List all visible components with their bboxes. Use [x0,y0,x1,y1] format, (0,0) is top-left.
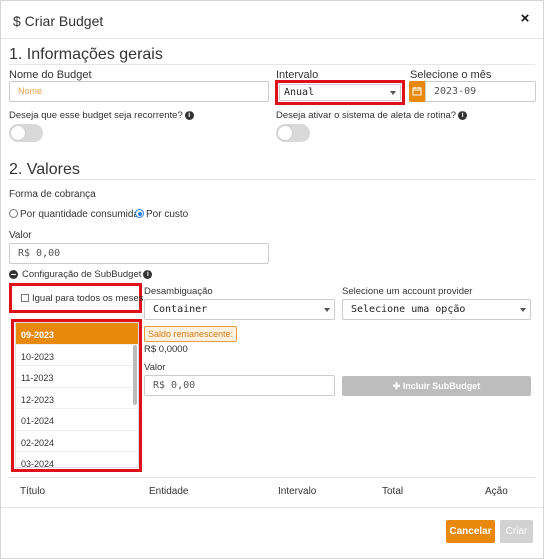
scrollbar[interactable] [133,345,137,405]
radio-by-cost-label[interactable]: Por custo [146,209,188,220]
disambiguation-label: Desambiguação [144,286,213,297]
toggle-knob [278,126,292,140]
month-item[interactable]: 09-2023 [16,323,138,345]
month-item[interactable]: 02-2024 [16,431,138,452]
routine-alert-toggle[interactable] [276,124,310,142]
divider [9,477,535,478]
month-item[interactable]: 03-2024 [16,452,138,467]
month-input[interactable]: 2023-09 [425,81,536,102]
disambiguation-select[interactable]: Container [144,299,335,320]
info-icon: i [143,270,153,279]
month-item[interactable]: 11-2023 [16,366,138,388]
recurrent-toggle[interactable] [9,124,43,142]
collapse-icon[interactable] [9,270,18,279]
info-icon: i [458,111,468,120]
modal-header: $ Criar Budget × [1,1,543,39]
plus-icon: ✚ [392,381,403,391]
column-header-interval: Intervalo [278,486,317,497]
account-provider-label: Selecione um account provider [342,286,473,297]
create-budget-modal: $ Criar Budget × 1. Informações gerais N… [0,0,544,559]
routine-alert-label: Deseja ativar o sistema de aleta de roti… [276,110,468,121]
remaining-value: R$ 0,0000 [144,344,188,355]
radio-by-quantity-label[interactable]: Por quantidade consumida [20,209,139,220]
radio-by-cost[interactable] [135,209,144,218]
column-header-title: Título [20,486,46,497]
modal-title: $ Criar Budget [13,13,104,29]
value-label: Valor [9,230,32,241]
section-general-info-title: 1. Informações gerais [9,46,163,63]
create-button[interactable]: Criar [500,520,533,543]
close-icon[interactable]: × [517,11,533,27]
recurrent-label: Deseja que esse budget seja recorrente? i [9,110,194,121]
section-values-title: 2. Valores [9,161,80,178]
subbudget-config-text: Configuração de SubBudget [22,269,142,280]
month-value: 2023-09 [434,86,477,97]
month-item[interactable]: 01-2024 [16,409,138,431]
account-provider-select[interactable]: Selecione uma opção [342,299,531,320]
month-list[interactable]: 09-2023 10-2023 11-2023 12-2023 01-2024 … [15,322,139,468]
chevron-down-icon [324,308,330,312]
add-subbudget-label: Incluir SubBudget [402,381,481,391]
divider [9,64,535,65]
cancel-button[interactable]: Cancelar [446,520,495,543]
info-icon: i [184,111,194,120]
value-input[interactable]: R$ 0,00 [9,243,269,264]
account-provider-value: Selecione uma opção [351,304,466,315]
highlight-box-interval [275,80,405,105]
routine-alert-label-text: Deseja ativar o sistema de aleta de roti… [276,110,457,121]
toggle-knob [11,126,25,140]
subbudget-value-label: Valor [144,362,166,373]
subbudget-config-label[interactable]: Configuração de SubBudget i [22,269,153,280]
month-label: Selecione o mês [410,69,492,81]
budget-name-label: Nome do Budget [9,69,92,81]
radio-by-quantity[interactable] [9,209,18,218]
budget-name-input[interactable]: Nome [9,81,269,102]
subbudget-value-input[interactable]: R$ 0,00 [144,375,335,396]
month-item[interactable]: 12-2023 [16,388,138,409]
same-for-all-checkbox[interactable] [21,294,29,302]
column-header-action: Ação [485,486,508,497]
value-text: R$ 0,00 [18,248,61,259]
disambiguation-value: Container [153,304,208,315]
recurrent-label-text: Deseja que esse budget seja recorrente? [9,110,183,121]
column-header-total: Total [382,486,404,497]
calendar-icon[interactable] [409,81,425,102]
column-header-entity: Entidade [149,486,189,497]
same-for-all-label[interactable]: Igual para todos os meses [32,293,143,304]
billing-label: Forma de cobrança [9,189,96,200]
add-subbudget-button[interactable]: ✚ Incluir SubBudget [342,376,531,396]
divider [9,179,535,180]
subbudget-value-text: R$ 0,00 [153,380,196,391]
month-item[interactable]: 10-2023 [16,345,138,366]
budget-name-placeholder: Nome [18,86,43,96]
footer-divider [1,507,543,508]
chevron-down-icon [520,308,526,312]
remaining-badge: Saldo remanescente: [144,326,238,342]
